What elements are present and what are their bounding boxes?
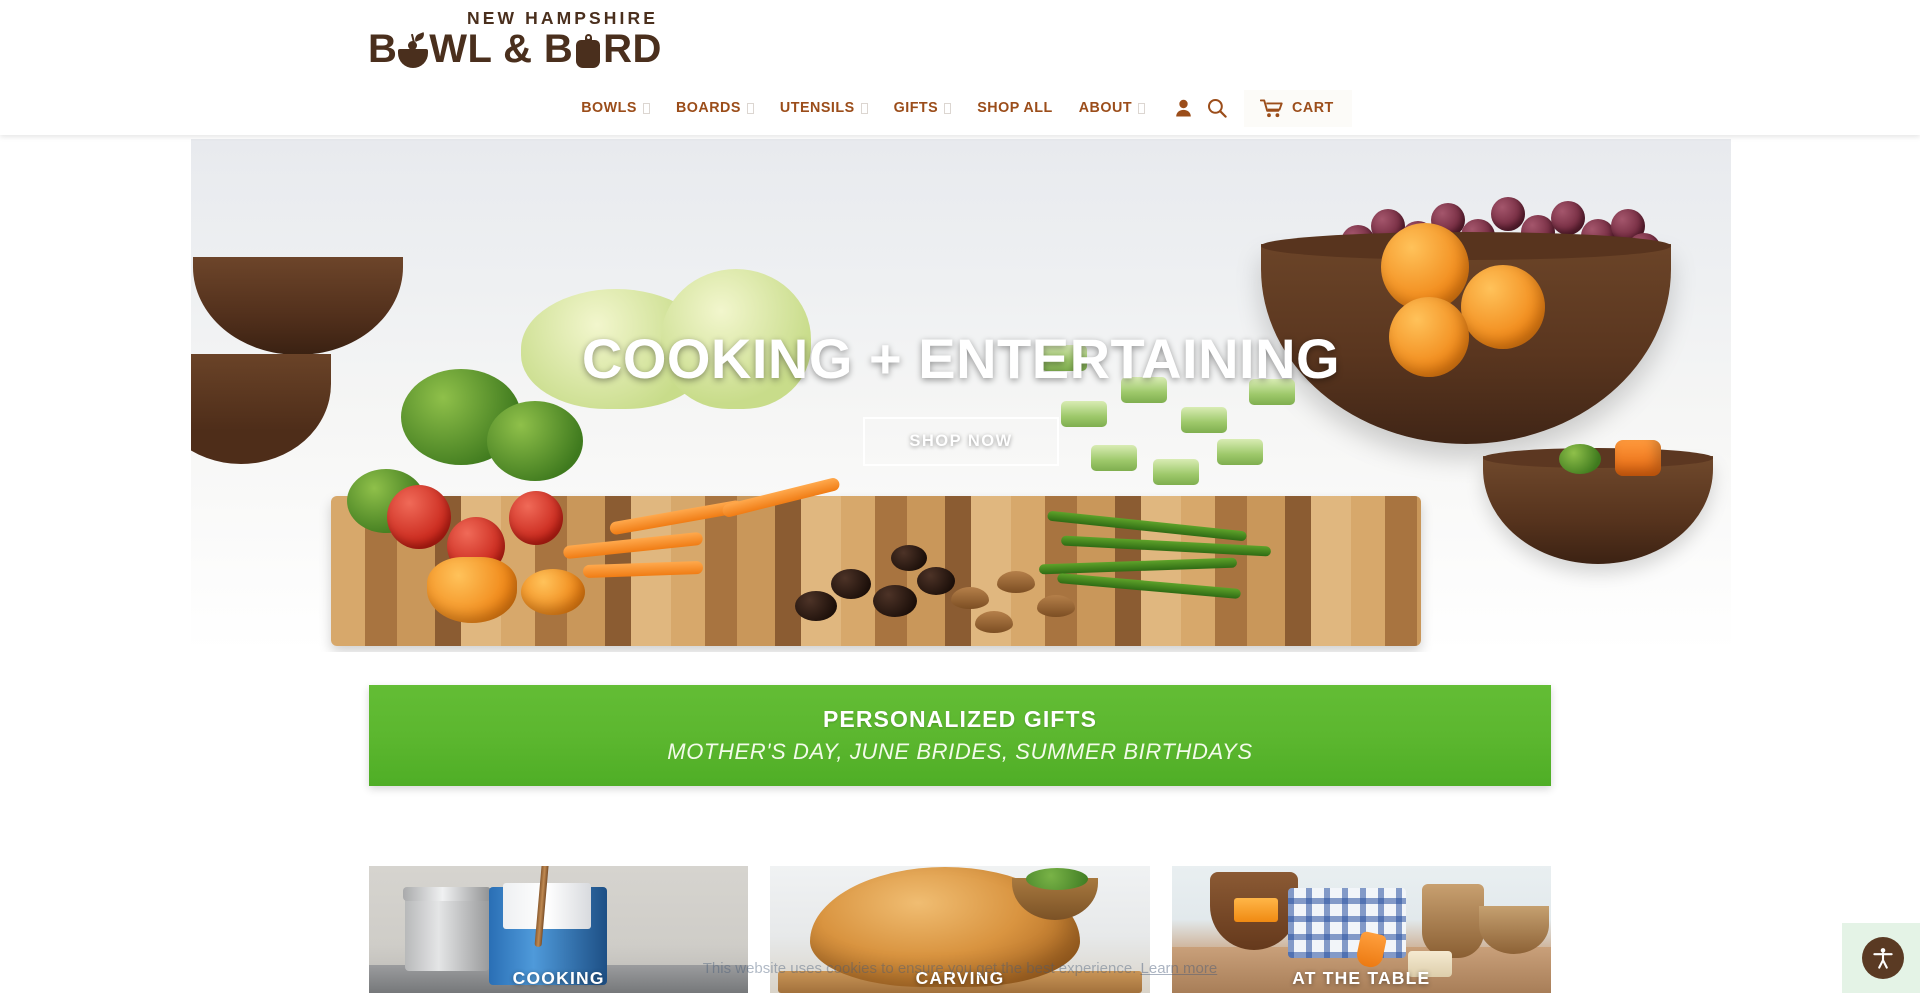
nav-item-about[interactable]: ABOUT	[1066, 100, 1158, 116]
logo-text-wl-b: WL & B	[429, 27, 574, 71]
logo-wordmark: B WL & B RD	[368, 28, 662, 70]
nav-label-bowls: BOWLS	[581, 100, 637, 116]
category-label-cooking: COOKING	[512, 968, 605, 988]
nav-item-shop-all[interactable]: SHOP ALL	[964, 100, 1066, 116]
search-button[interactable]	[1200, 91, 1234, 125]
promo-title: PERSONALIZED GIFTS	[822, 706, 1098, 732]
chevron-down-icon	[1138, 102, 1146, 114]
logo-text-b: B	[368, 27, 398, 71]
nav-label-boards: BOARDS	[675, 100, 741, 116]
user-account-icon	[1175, 99, 1191, 117]
shop-now-button[interactable]: SHOP NOW	[863, 416, 1059, 466]
hero-title: COOKING + ENTERTAINING	[581, 326, 1341, 390]
category-label-carving: CARVING	[915, 968, 1005, 988]
hero-content: COOKING + ENTERTAINING SHOP NOW	[191, 139, 1731, 652]
nav-item-bowls[interactable]: BOWLS	[568, 100, 663, 116]
cutting-board-icon	[574, 34, 602, 68]
bowl-icon	[398, 32, 429, 68]
category-card-cooking[interactable]: COOKING	[369, 866, 749, 993]
nav-item-gifts[interactable]: GIFTS	[881, 100, 965, 116]
main-navigation: BOWLS BOARDS UTENSILS GIFTS SHOP ALL ABO…	[0, 87, 1920, 129]
site-header: NEW HAMPSHIRE B WL & B RD BOWLS BOARDS UTE…	[0, 0, 1920, 135]
nav-label-utensils: UTENSILS	[779, 100, 855, 116]
nav-label-shop-all: SHOP ALL	[977, 100, 1053, 116]
nav-label-gifts: GIFTS	[893, 100, 939, 116]
cookie-learn-more-link[interactable]: Learn more	[1141, 960, 1218, 977]
nav-item-utensils[interactable]: UTENSILS	[767, 100, 881, 116]
site-logo[interactable]: NEW HAMPSHIRE B WL & B RD	[368, 8, 661, 70]
cart-button[interactable]: CART	[1244, 89, 1352, 127]
chevron-down-icon	[642, 102, 650, 114]
accessibility-person-icon	[1873, 948, 1893, 969]
logo-text-rd: RD	[603, 27, 662, 71]
nav-label-about: ABOUT	[1078, 100, 1133, 116]
category-card-at-the-table[interactable]: AT THE TABLE	[1171, 866, 1551, 993]
chevron-down-icon	[746, 102, 754, 114]
promo-subtitle: MOTHER'S DAY, JUNE BRIDES, SUMMER BIRTHD…	[667, 739, 1253, 764]
accessibility-button[interactable]	[1862, 937, 1904, 979]
category-card-carving[interactable]: CARVING	[770, 866, 1150, 993]
logo-tagline: NEW HAMPSHIRE	[467, 8, 658, 28]
hero-banner[interactable]: COOKING + ENTERTAINING SHOP NOW	[191, 139, 1731, 652]
cart-label: CART	[1292, 100, 1334, 116]
search-icon	[1208, 98, 1227, 118]
personalized-gifts-banner[interactable]: PERSONALIZED GIFTS MOTHER'S DAY, JUNE BR…	[369, 685, 1551, 786]
chevron-down-icon	[944, 102, 952, 114]
nav-item-boards[interactable]: BOARDS	[663, 100, 767, 116]
shopping-cart-icon	[1260, 98, 1283, 117]
account-button[interactable]	[1166, 91, 1200, 125]
category-label-at-the-table: AT THE TABLE	[1292, 968, 1431, 988]
chevron-down-icon	[860, 102, 868, 114]
category-card-list: COOKING CARVING AT THE TABLE	[369, 866, 1551, 993]
header-actions: CART	[1166, 89, 1352, 127]
